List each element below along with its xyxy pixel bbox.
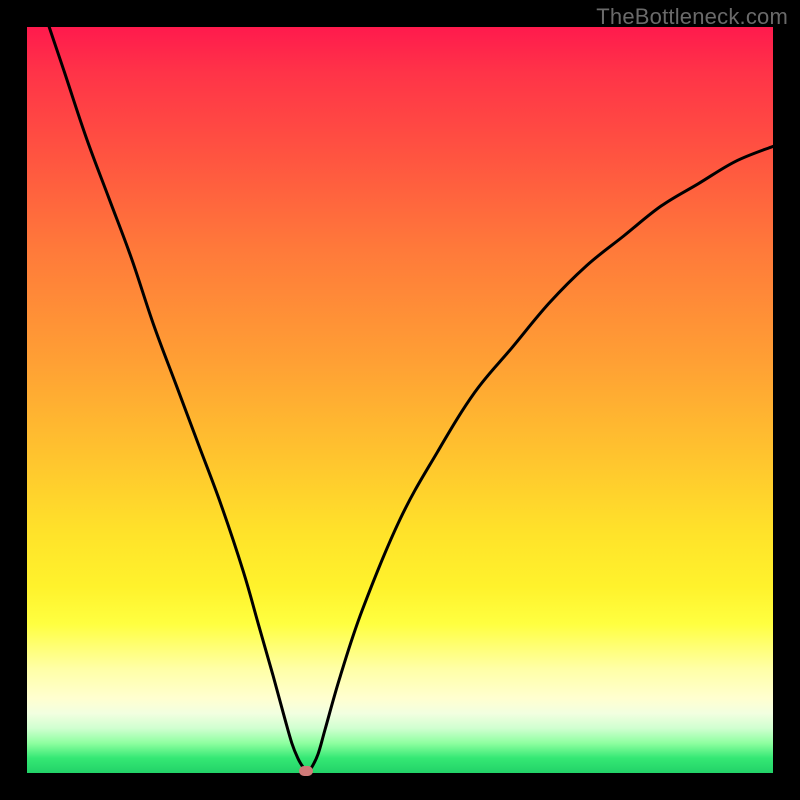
optimal-point-marker [299,766,313,776]
watermark-text: TheBottleneck.com [596,4,788,30]
bottleneck-curve [27,27,773,773]
bottleneck-curve-path [27,27,773,771]
plot-area [27,27,773,773]
